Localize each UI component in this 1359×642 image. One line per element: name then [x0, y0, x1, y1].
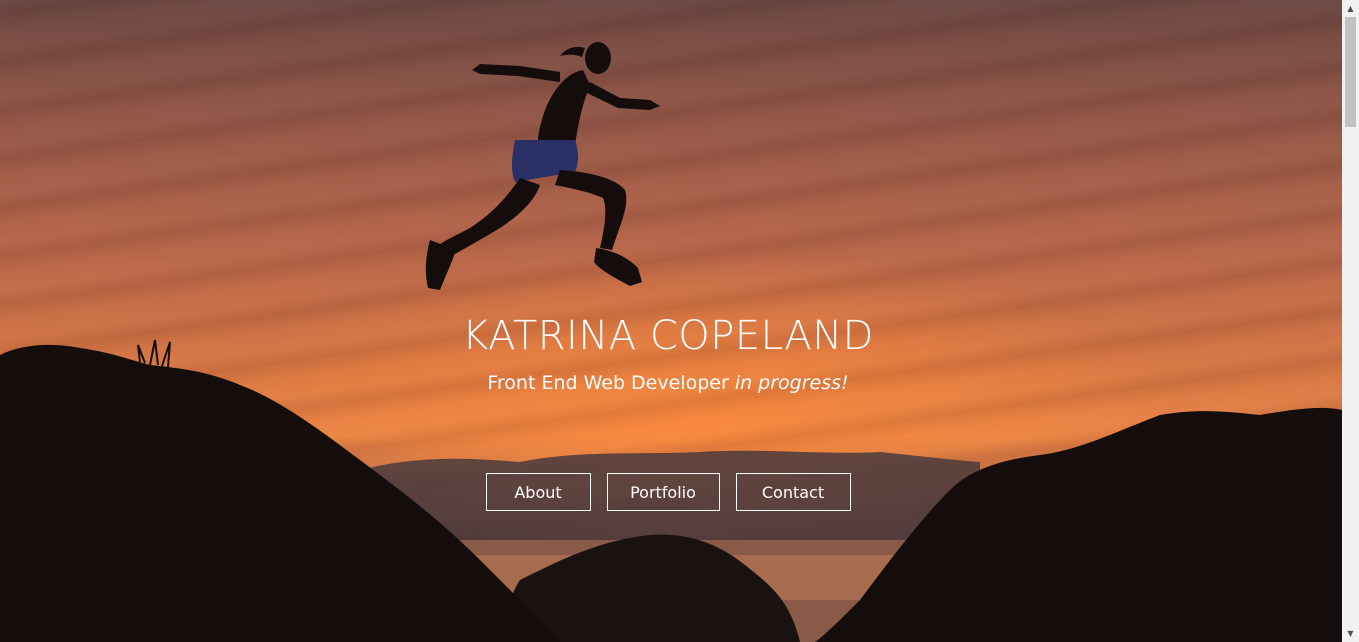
site-title: KATRINA COPELAND [462, 313, 874, 359]
about-button[interactable]: About [485, 473, 591, 511]
hero-section: KATRINA COPELAND Front End Web Developer… [0, 0, 1342, 642]
portfolio-button[interactable]: Portfolio [606, 473, 720, 511]
runner-silhouette [425, 42, 660, 290]
contact-button[interactable]: Contact [735, 473, 851, 511]
tagline-main: Front End Web Developer [487, 372, 735, 394]
site-tagline: Front End Web Developer in progress! [0, 372, 1336, 394]
tagline-emphasis: in progress! [734, 372, 849, 394]
scroll-up-arrow-icon[interactable]: ▲ [1342, 0, 1359, 17]
main-nav: About Portfolio Contact [0, 473, 1336, 511]
scroll-down-arrow-icon[interactable]: ▼ [1342, 625, 1359, 642]
scroll-thumb[interactable] [1345, 17, 1356, 127]
page-scrollbar[interactable]: ▲ ▼ [1342, 0, 1359, 642]
